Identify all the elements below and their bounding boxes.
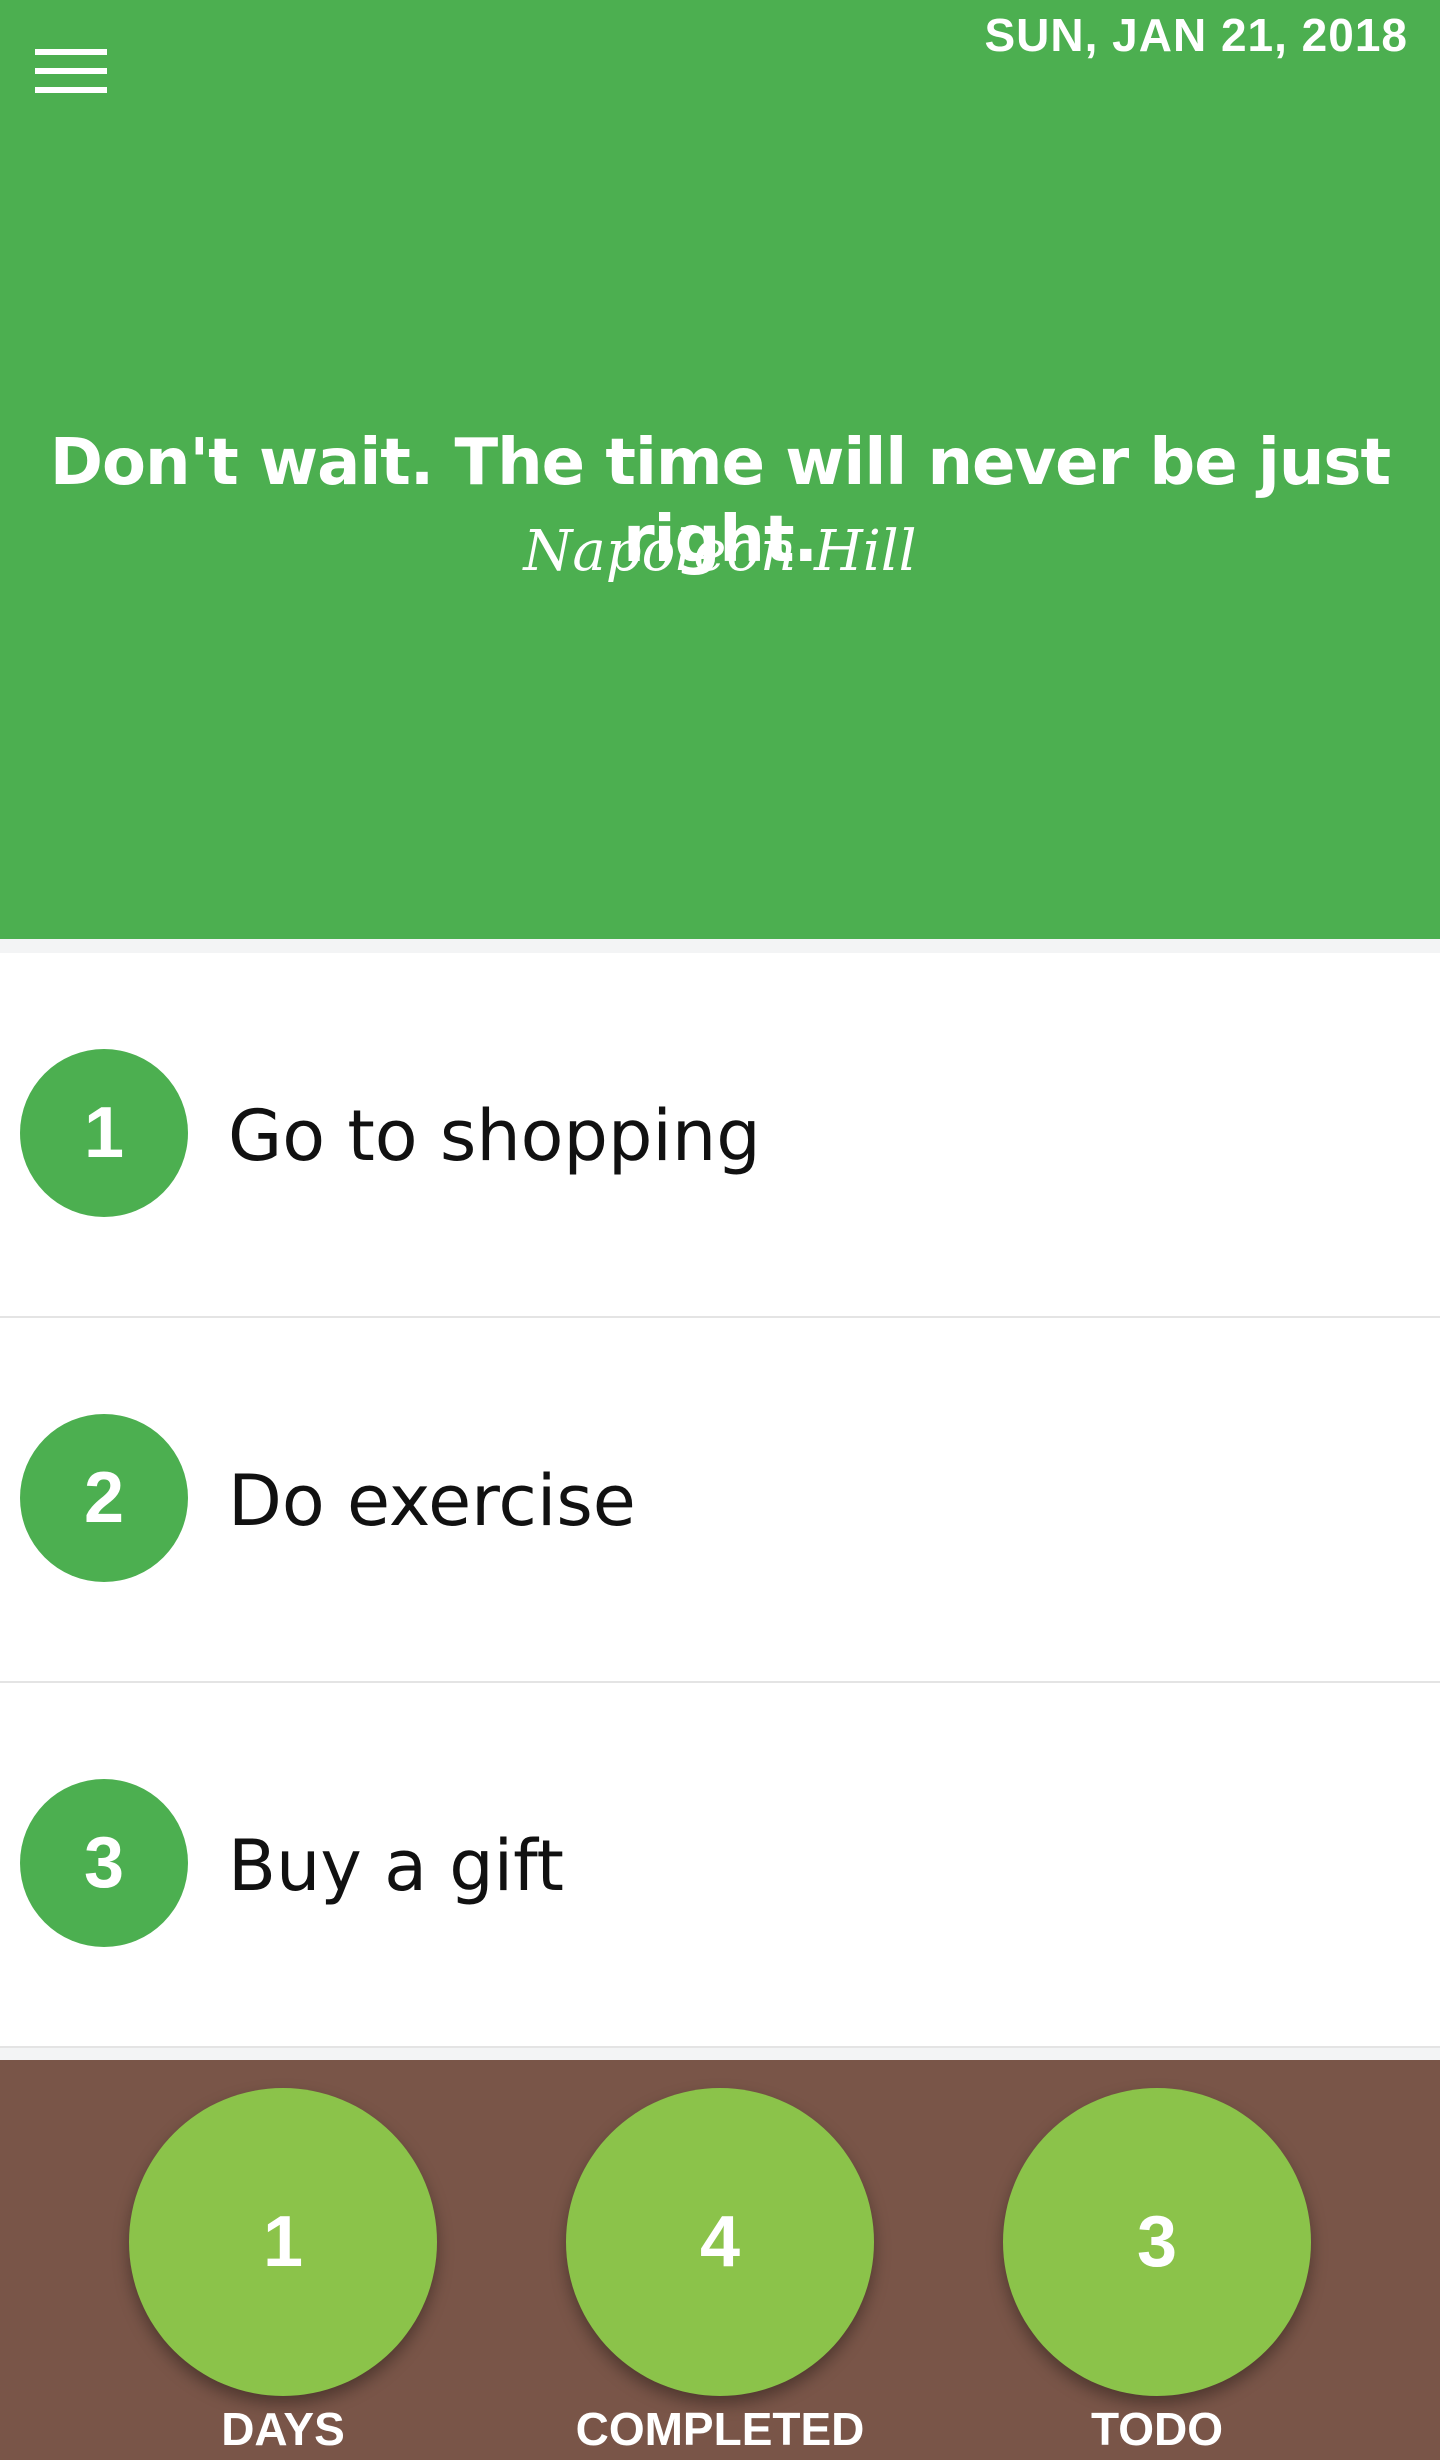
task-item[interactable]: 3 Buy a gift bbox=[0, 1683, 1440, 2048]
divider bbox=[0, 939, 1440, 953]
quote-header: SUN, JAN 21, 2018 Don't wait. The time w… bbox=[0, 0, 1440, 939]
menu-line bbox=[35, 87, 107, 93]
divider bbox=[0, 2048, 1440, 2060]
task-list: 1 Go to shopping 2 Do exercise 3 Buy a g… bbox=[0, 953, 1440, 2048]
menu-line bbox=[35, 49, 107, 55]
task-title: Go to shopping bbox=[228, 1094, 761, 1177]
stat-completed-value: 4 bbox=[566, 2088, 874, 2396]
stat-todo-label: TODO bbox=[1090, 2403, 1224, 2455]
quote-author: Napoleon Hill bbox=[523, 519, 917, 584]
task-title: Do exercise bbox=[228, 1459, 636, 1542]
menu-line bbox=[35, 68, 107, 74]
task-item[interactable]: 1 Go to shopping bbox=[0, 953, 1440, 1318]
task-number-badge: 2 bbox=[20, 1414, 188, 1582]
stat-days-value: 1 bbox=[129, 2088, 437, 2396]
stat-days[interactable]: 1 DAYS bbox=[128, 2088, 438, 2455]
stats-footer: 1 DAYS 4 COMPLETED 3 TODO bbox=[0, 2060, 1440, 2460]
stat-completed-label: COMPLETED bbox=[575, 2403, 865, 2455]
task-number-badge: 1 bbox=[20, 1049, 188, 1217]
current-date: SUN, JAN 21, 2018 bbox=[984, 9, 1408, 61]
task-number-badge: 3 bbox=[20, 1779, 188, 1947]
task-item[interactable]: 2 Do exercise bbox=[0, 1318, 1440, 1683]
stat-todo-value: 3 bbox=[1003, 2088, 1311, 2396]
stat-todo[interactable]: 3 TODO bbox=[1002, 2088, 1312, 2455]
stat-days-label: DAYS bbox=[221, 2403, 345, 2455]
hamburger-menu-icon[interactable] bbox=[30, 40, 112, 102]
stat-completed[interactable]: 4 COMPLETED bbox=[565, 2088, 875, 2455]
task-title: Buy a gift bbox=[228, 1824, 564, 1907]
